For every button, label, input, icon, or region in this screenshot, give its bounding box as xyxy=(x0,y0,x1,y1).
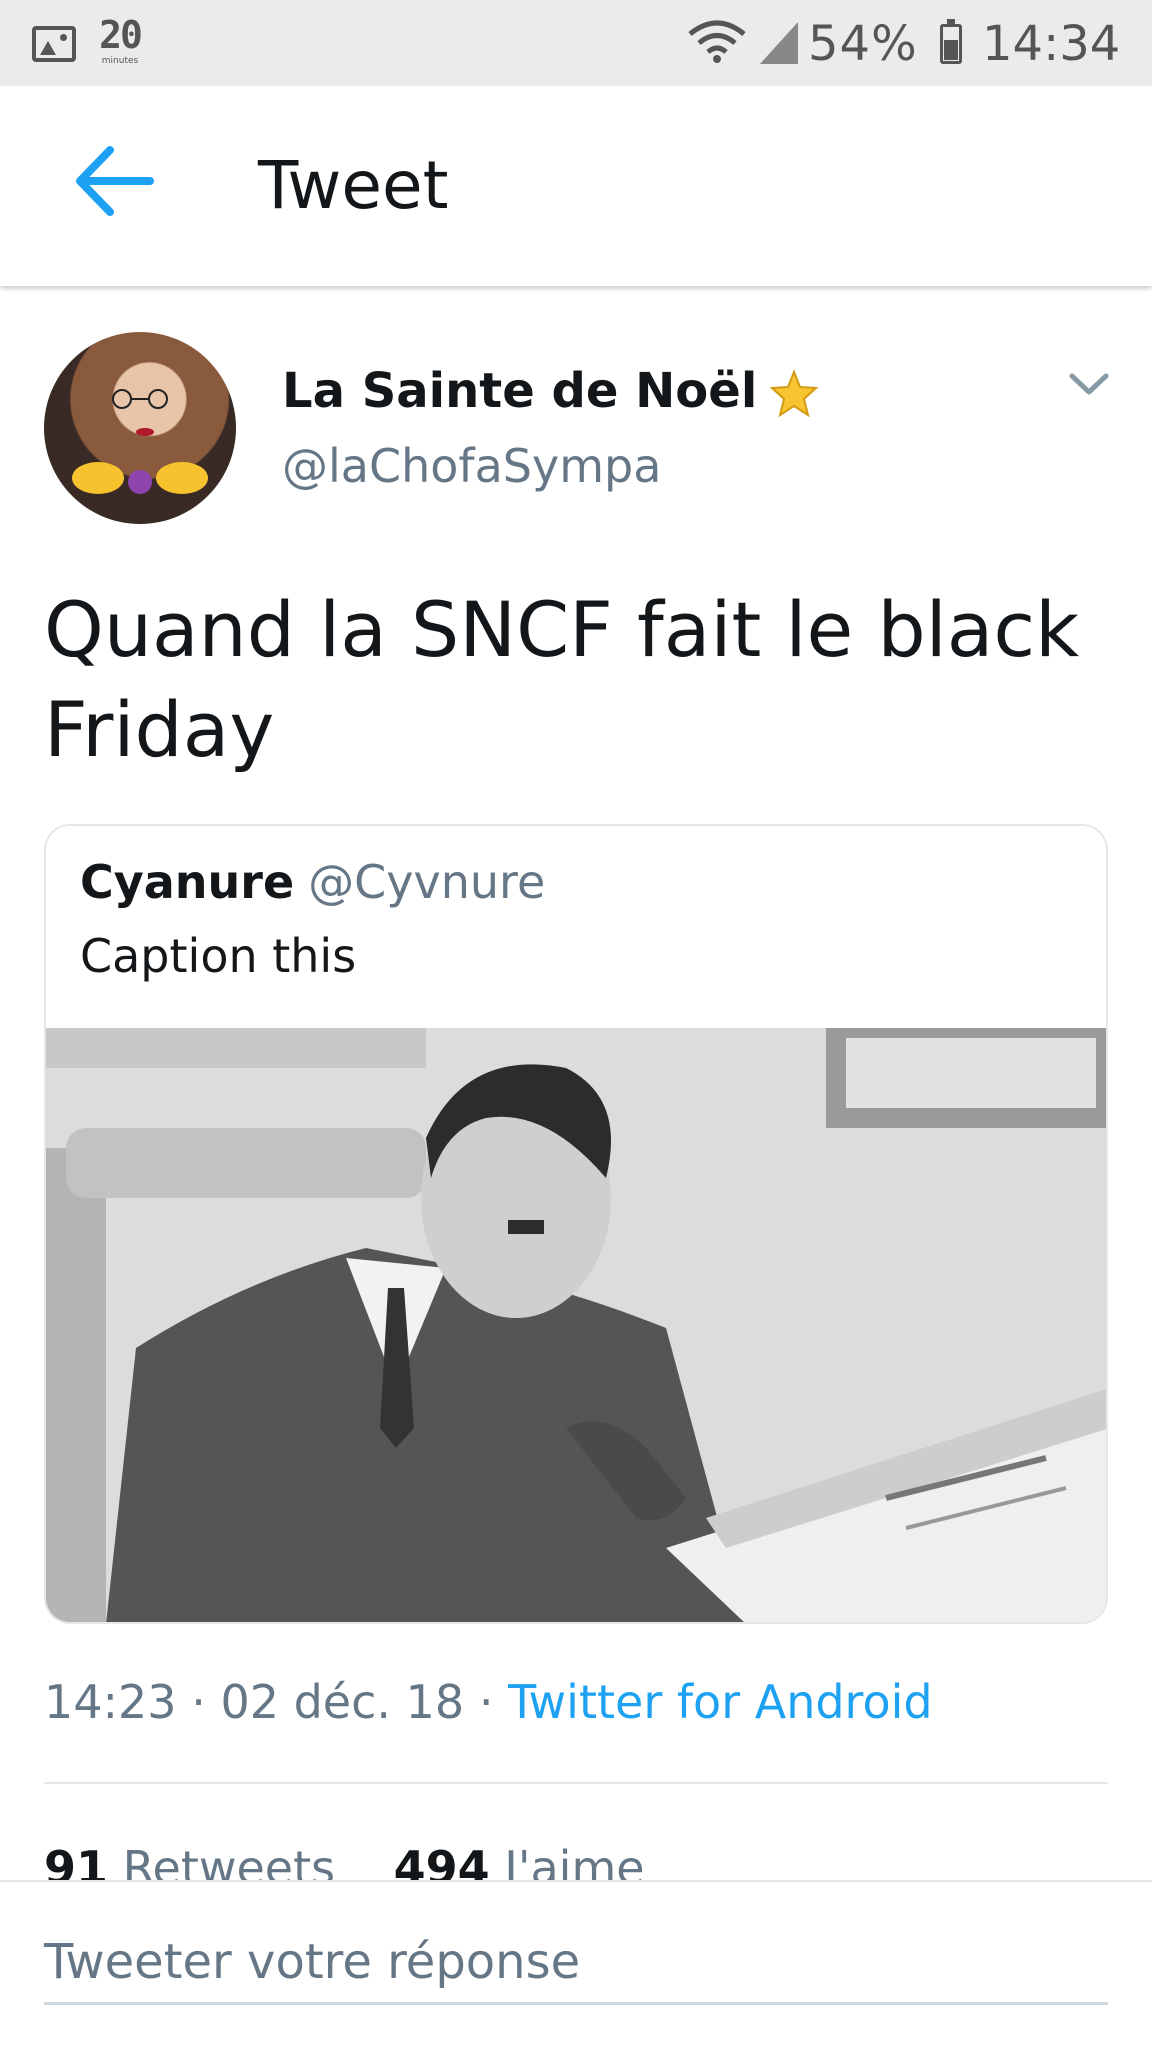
tweet-meta: 14:23 · 02 déc. 18 · Twitter for Android xyxy=(44,1672,933,1732)
quoted-tweet-photo[interactable] xyxy=(46,1028,1108,1624)
divider xyxy=(44,1782,1108,1784)
reply-bar: Tweeter votre réponse xyxy=(0,1880,1152,2050)
page-title: Tweet xyxy=(258,147,449,224)
arrow-left-icon[interactable] xyxy=(70,136,160,226)
meta-separator: · xyxy=(191,1675,206,1729)
wifi-icon xyxy=(688,20,746,63)
battery-icon xyxy=(940,19,962,64)
tweet-date: 02 déc. 18 xyxy=(220,1675,465,1729)
quoted-tweet-text: Caption this xyxy=(80,929,357,983)
signal-icon xyxy=(760,22,798,64)
retweet-count[interactable]: 91 xyxy=(44,1841,108,1880)
lips-graphic xyxy=(136,428,154,436)
reply-input[interactable]: Tweeter votre réponse xyxy=(44,1922,1108,2005)
app-header: Tweet xyxy=(0,86,1152,286)
tweet-time: 14:23 xyxy=(44,1675,177,1729)
glasses-graphic xyxy=(112,389,168,409)
author-name[interactable]: La Sainte de Noël xyxy=(282,362,819,420)
battery-percent: 54% xyxy=(808,16,918,72)
hands-emoji-graphic xyxy=(72,462,208,494)
star-icon xyxy=(769,369,819,418)
app-notification-icon: 20 minutes xyxy=(92,14,148,72)
avatar[interactable] xyxy=(44,332,236,524)
author-name-text: La Sainte de Noël xyxy=(282,363,758,419)
author-handle[interactable]: @laChofaSympa xyxy=(282,438,661,494)
app-icon-subtext: minutes xyxy=(101,56,139,66)
status-bar: 20 minutes 54% 14:34 xyxy=(0,0,1152,86)
chevron-down-icon[interactable] xyxy=(1064,364,1114,404)
gallery-notification-icon xyxy=(32,26,76,62)
app-icon-text: 20 xyxy=(99,13,143,57)
meta-separator: · xyxy=(478,1675,494,1729)
quoted-tweet[interactable]: Cyanure @Cyvnure Caption this xyxy=(44,824,1108,1624)
status-time: 14:34 xyxy=(982,16,1121,72)
like-label[interactable]: J'aime xyxy=(504,1841,644,1880)
tweet-text: Quand la SNCF fait le black Friday xyxy=(44,585,1080,774)
quoted-author-handle: @Cyvnure xyxy=(308,855,546,909)
quoted-tweet-header: Cyanure @Cyvnure xyxy=(80,854,545,910)
tweet-source-link[interactable]: Twitter for Android xyxy=(508,1675,933,1729)
like-count[interactable]: 494 xyxy=(394,1841,490,1880)
quoted-author-name: Cyanure xyxy=(80,855,295,909)
tweet-stats: 91 Retweets 494 J'aime xyxy=(44,1830,645,1880)
retweet-label[interactable]: Retweets xyxy=(123,1841,335,1880)
